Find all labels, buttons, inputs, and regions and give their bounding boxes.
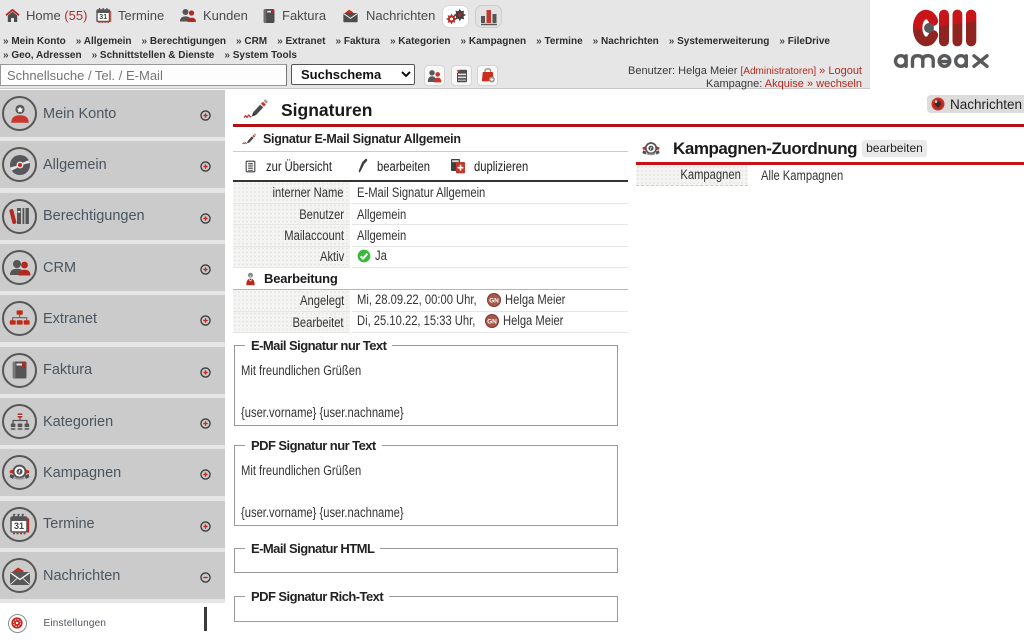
svg-text:GN: GN [487, 319, 497, 326]
svg-text:31: 31 [13, 521, 23, 531]
svg-text:GN: GN [489, 297, 499, 304]
svg-text:31: 31 [99, 14, 107, 21]
